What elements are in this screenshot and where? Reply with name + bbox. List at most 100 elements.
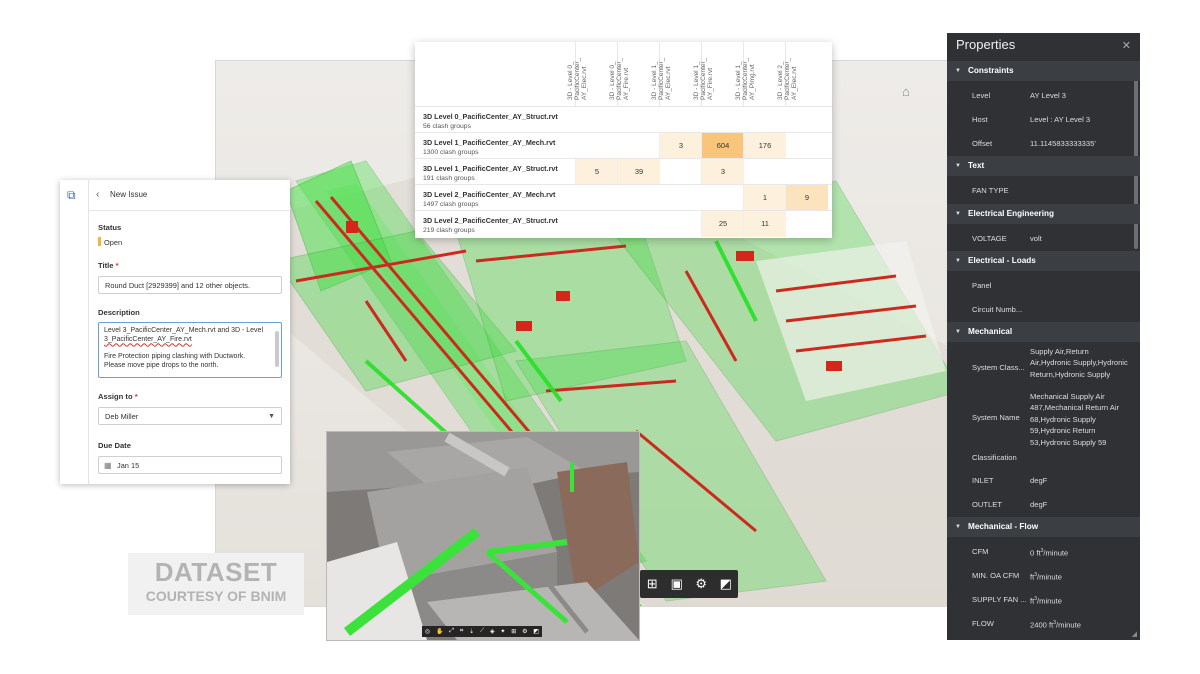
prop-key: Host: [972, 115, 988, 124]
prop-value: 0 ft3/minute: [1030, 548, 1069, 558]
section-electrical-loads[interactable]: ▼ Electrical - Loads: [947, 251, 1140, 271]
description-scrollbar[interactable]: [275, 331, 279, 367]
prop-value: degF: [1030, 500, 1048, 509]
section-mechanical[interactable]: ▼ Mechanical: [947, 322, 1140, 342]
prop-key: CFM: [972, 547, 989, 556]
title-input[interactable]: Round Duct [2929399] and 12 other object…: [98, 276, 282, 294]
clash-cell[interactable]: 25: [701, 211, 744, 237]
status-label: Status: [98, 223, 122, 232]
prop-key: Panel: [972, 281, 992, 290]
model-tree-icon[interactable]: ⊞: [511, 628, 516, 635]
measure-icon[interactable]: ⟋: [480, 628, 484, 635]
settings-icon[interactable]: ⚙: [691, 576, 711, 592]
prop-value: Mechanical Supply Air 487,Mechanical Ret…: [1030, 392, 1120, 447]
back-chevron-icon[interactable]: ‹: [96, 189, 99, 200]
table-row[interactable]: 3D Level 2_PacificCenter_AY_Struct.rvt 21…: [415, 210, 832, 237]
prop-value: Level : AY Level 3: [1030, 115, 1091, 124]
inset-3d-view[interactable]: [326, 431, 640, 641]
calendar-icon: ▦: [104, 461, 112, 470]
collapse-triangle-icon: ▼: [955, 211, 961, 217]
issues-app-icon[interactable]: ⧉: [67, 189, 80, 202]
description-line: Level 3_PacificCenter_AY_Mech.rvt and 3D…: [104, 327, 264, 334]
resize-handle-icon[interactable]: ◢: [1132, 630, 1137, 638]
table-row[interactable]: 3D Level 2_PacificCenter_AY_Mech.rvt 1497…: [415, 184, 832, 211]
home-icon[interactable]: ⌂: [902, 85, 916, 99]
collapse-triangle-icon: ▼: [955, 329, 961, 335]
issue-header-title: New Issue: [110, 190, 148, 199]
prop-key: System Name: [972, 413, 1020, 422]
section-mechanical-flow[interactable]: ▼ Mechanical - Flow: [947, 517, 1140, 537]
prop-key: FLOW: [972, 619, 994, 628]
clash-cell[interactable]: 9: [785, 185, 828, 211]
due-date-input[interactable]: ▦ Jan 15: [98, 456, 282, 474]
description-textarea[interactable]: Level 3_PacificCenter_AY_Mech.rvt and 3D…: [98, 322, 282, 378]
properties-panel: Properties ✕ ▼ Constraints Level AY Level…: [947, 33, 1140, 640]
clash-matrix: 3D - Level 0_ PacificCenter_ AY_Elec.rvt…: [415, 42, 832, 238]
section-text[interactable]: ▼ Text: [947, 156, 1140, 176]
walk-icon[interactable]: ⇣: [469, 628, 474, 635]
status-value[interactable]: Open: [104, 238, 122, 247]
prop-value: 2400 ft3/minute: [1030, 620, 1081, 630]
viewer-toolbar: ⊞ ▣ ⚙ ◩: [640, 570, 738, 598]
prop-key: FAN TYPE: [972, 186, 1009, 195]
issue-header: ‹ New Issue: [88, 180, 290, 211]
properties-title: Properties: [956, 37, 1016, 52]
clash-cell[interactable]: 176: [743, 133, 786, 159]
prop-key: System Class...: [972, 363, 1025, 372]
fit-icon[interactable]: ⌗: [460, 628, 463, 635]
due-date-label: Due Date: [98, 441, 131, 450]
section-icon[interactable]: ◈: [490, 628, 495, 635]
prop-value: AY Level 3: [1030, 91, 1067, 100]
table-row[interactable]: 3D Level 1_PacificCenter_AY_Struct.rvt 19…: [415, 158, 832, 185]
prop-value: degF: [1030, 476, 1048, 485]
collapse-triangle-icon: ▼: [955, 258, 961, 264]
assign-select[interactable]: Deb Miller ▼: [98, 407, 282, 425]
clash-cell[interactable]: 11: [743, 211, 786, 237]
clash-cell[interactable]: 5: [575, 159, 618, 185]
close-icon[interactable]: ✕: [1122, 39, 1131, 52]
prop-key: SUPPLY FAN ...: [972, 595, 1027, 604]
description-line: 3_PacificCenter_AY_Fire.rvt: [104, 336, 192, 344]
prop-value: ft3/minute: [1030, 596, 1062, 606]
section-electrical-engineering[interactable]: ▼ Electrical Engineering: [947, 204, 1140, 224]
model-tree-icon[interactable]: ⊞: [642, 576, 662, 592]
prop-key: Classification: [972, 453, 1017, 462]
clash-cell[interactable]: 3: [701, 159, 744, 185]
explode-icon[interactable]: ✦: [500, 628, 505, 635]
orbit-icon[interactable]: ◎: [425, 628, 430, 635]
table-row[interactable]: 3D Level 0_PacificCenter_AY_Struct.rvt 56…: [415, 106, 832, 133]
prop-key: Circuit Numb...: [972, 305, 1023, 314]
prop-key: VOLTAGE: [972, 234, 1007, 243]
badge-line-2: COURTESY OF BNIM: [145, 588, 287, 604]
collapse-triangle-icon: ▼: [955, 524, 961, 530]
clash-cell[interactable]: 39: [617, 159, 660, 185]
description-label: Description: [98, 308, 140, 317]
prop-value: 11.1145833333335': [1030, 139, 1096, 148]
save-icon[interactable]: ▣: [667, 576, 687, 592]
column-header[interactable]: 3D - Level 2_ PacificCenter_ AY_Elec.rvt: [777, 42, 828, 106]
pan-icon[interactable]: ✋: [436, 628, 443, 635]
prop-key: MIN. OA CFM: [972, 571, 1020, 580]
prop-key: INLET: [972, 476, 994, 485]
prop-key: Offset: [972, 139, 993, 148]
description-line: Fire Protection piping clashing with Duc…: [104, 352, 246, 360]
fullscreen-icon[interactable]: ◩: [716, 576, 736, 592]
fullscreen-icon[interactable]: ◩: [533, 628, 539, 635]
prop-value: ft3/minute: [1030, 572, 1062, 582]
collapse-triangle-icon: ▼: [955, 68, 961, 74]
title-label: Title *: [98, 261, 119, 270]
dropdown-caret-icon: ▼: [268, 413, 275, 420]
new-issue-panel: ⧉ ‹ New Issue Status Open Title * Round …: [60, 180, 290, 484]
status-color-indicator: [98, 237, 101, 246]
zoom-icon[interactable]: ⤢: [449, 628, 454, 635]
collapse-triangle-icon: ▼: [955, 163, 961, 169]
table-row[interactable]: 3D Level 1_PacificCenter_AY_Mech.rvt 1300…: [415, 132, 832, 159]
section-constraints[interactable]: ▼ Constraints: [947, 61, 1140, 81]
assign-label: Assign to *: [98, 392, 138, 401]
prop-key: OUTLET: [972, 500, 1002, 509]
settings-icon[interactable]: ⚙: [522, 628, 527, 635]
clash-cell[interactable]: 604: [701, 133, 744, 159]
clash-cell[interactable]: 3: [659, 133, 702, 159]
clash-cell[interactable]: 1: [743, 185, 786, 211]
prop-value: volt: [1030, 234, 1042, 243]
